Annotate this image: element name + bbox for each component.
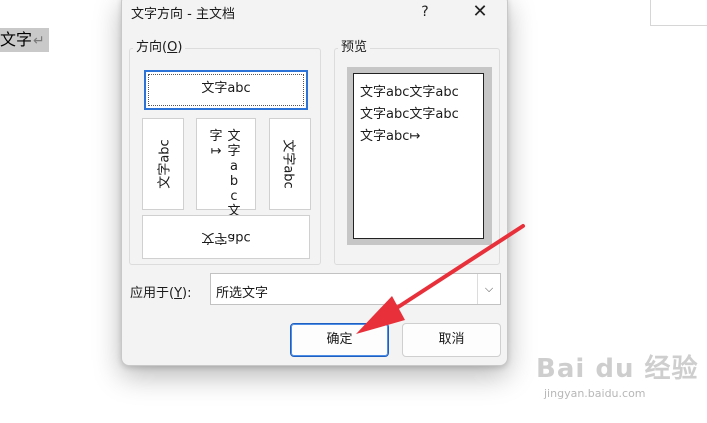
ok-button[interactable]: 确定	[290, 323, 389, 357]
text-direction-dialog: 文字方向 - 主文档 ? ✕ 方向(O) 文字abc 文字abc 文字abc文 …	[121, 0, 508, 366]
upside-down-sample-text: 文字abc	[201, 230, 251, 245]
selected-document-text[interactable]: 文字↵	[0, 28, 49, 52]
watermark-logo-text: Bai du 经验	[536, 354, 699, 384]
preview-label: 预览	[338, 40, 371, 56]
orientation-option-horizontal[interactable]: 文字abc	[144, 70, 308, 110]
preview-frame: 文字abc文字abc 文字abc文字abc 文字abc↦	[347, 67, 492, 245]
orientation-option-rotate-left[interactable]: 文字abc	[142, 118, 184, 210]
orientation-option-upside-down[interactable]: 文字abc	[142, 215, 310, 259]
horizontal-sample-text: 文字abc	[201, 81, 251, 96]
apply-to-value: 所选文字	[216, 286, 269, 301]
preview-line: 文字abc↦	[360, 129, 421, 144]
vertical-stacked-text-col1: 文字abc文	[227, 129, 241, 219]
page-corner	[650, 0, 707, 26]
watermark-url: jingyan.baidu.com	[544, 387, 646, 400]
close-button[interactable]: ✕	[462, 0, 498, 25]
chevron-down-icon[interactable]: ⌵	[477, 274, 500, 304]
orientation-option-rotate-right[interactable]: 文字abc	[269, 118, 311, 210]
rotate-right-sample-text: 文字abc	[280, 139, 296, 189]
selected-text: 文字	[0, 30, 33, 49]
dialog-title: 文字方向 - 主文档	[131, 7, 235, 22]
preview-line: 文字abc文字abc	[360, 107, 459, 122]
dialog-titlebar[interactable]: 文字方向 - 主文档 ? ✕	[122, 0, 507, 27]
apply-to-label: 应用于(Y):	[130, 286, 192, 301]
baidu-watermark: Bai du 经验 jingyan.baidu.com	[530, 344, 700, 404]
rotate-left-sample-text: 文字abc	[157, 139, 173, 189]
paragraph-mark-icon: ↵	[33, 33, 45, 49]
cancel-button[interactable]: 取消	[402, 323, 501, 357]
vertical-stacked-text-col2: 字↦	[209, 129, 223, 159]
orientation-option-vertical-stacked[interactable]: 文字abc文 字↦	[196, 118, 256, 219]
orientation-label: 方向(O)	[133, 40, 186, 56]
preview-line: 文字abc文字abc	[360, 85, 459, 100]
preview-page: 文字abc文字abc 文字abc文字abc 文字abc↦	[353, 73, 484, 239]
help-button[interactable]: ?	[412, 0, 438, 25]
apply-to-select[interactable]: 所选文字 ⌵	[210, 273, 501, 305]
